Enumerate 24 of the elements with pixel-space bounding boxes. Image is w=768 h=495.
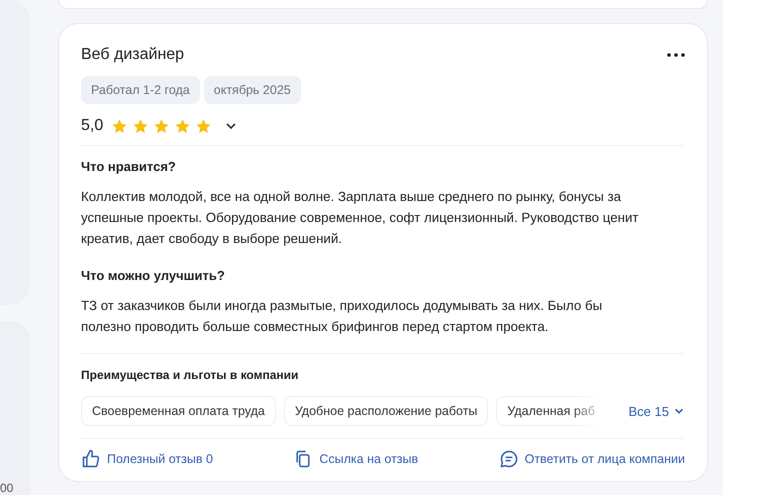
benefit-chip: Удобное расположение работы xyxy=(284,396,488,426)
chat-icon xyxy=(498,449,519,469)
benefit-chip: Своевременная оплата труда xyxy=(81,396,276,426)
section-heading: Что можно улучшить? xyxy=(81,268,226,283)
thumbs-up-icon xyxy=(81,449,101,469)
tag: октябрь 2025 xyxy=(204,76,301,104)
action-link[interactable]: Ссылка на отзыв xyxy=(293,449,418,469)
review-title: Веб дизайнер xyxy=(81,46,184,64)
star-icon xyxy=(195,118,212,134)
section-heading: Что нравится? xyxy=(81,159,177,174)
rating-score: 5,0 xyxy=(81,117,104,135)
show-all-button[interactable]: Все 15 xyxy=(628,404,685,418)
star-icon xyxy=(132,118,150,134)
review-text: ТЗ от заказчиков были иногда размытые, приходилось додумывать за них. Было бы полезно проводить больше совместных брифингов перед стартом проекта. xyxy=(81,297,604,336)
more-icon[interactable] xyxy=(667,53,685,57)
sidebar-text: 00 xyxy=(0,481,14,495)
review-text: Коллектив молодой, все на одной волне. Зарплата выше среднего по рынку, бонусы за успешные проекты. Оборудование современное, софт лицензионный. Руководство ценит креатив, дает свободу в выборе решений. xyxy=(81,188,640,248)
star-icon xyxy=(153,118,170,134)
action-link[interactable]: Полезный отзыв 0 xyxy=(81,449,213,469)
benefits-heading: Преимущества и льготы в компании xyxy=(81,368,300,382)
star-icon xyxy=(174,118,192,134)
tag: Работал 1-2 года xyxy=(81,76,200,104)
action-link[interactable]: Ответить от лица компании xyxy=(498,449,685,469)
star-icon xyxy=(111,118,128,134)
